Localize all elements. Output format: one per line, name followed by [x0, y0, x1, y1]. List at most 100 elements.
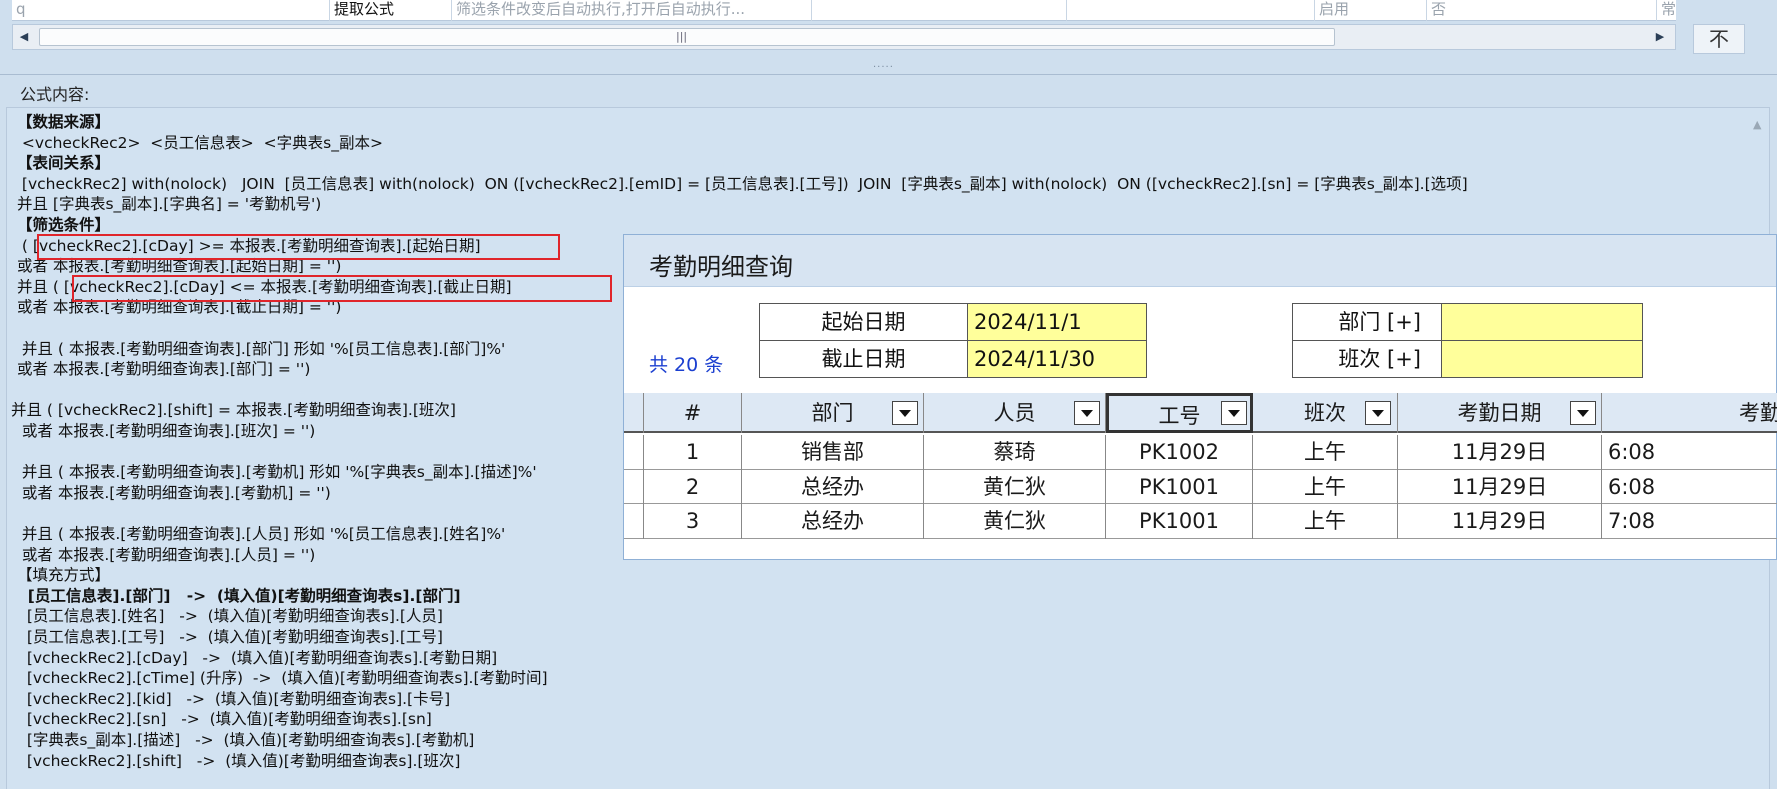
cell-dept[interactable]: 总经办 [742, 504, 924, 539]
formula-line: 并且 ( 本报表.[考勤明细查询表].[部门] 形如 '%[员工信息表].[部门… [17, 339, 506, 358]
formula-line: [vcheckRec2].[shift] -> (填入值)[考勤明细查询表s].… [17, 751, 461, 770]
cell-person[interactable]: 黄仁狄 [924, 469, 1106, 504]
cell-time[interactable]: 7:08 [1602, 504, 1777, 539]
column-header-date-label: 考勤日期 [1457, 401, 1542, 425]
formula-line: [员工信息表].[工号] -> (填入值)[考勤明细查询表s].[工号] [17, 628, 443, 646]
scroll-thumb[interactable]: ||| [39, 28, 1335, 46]
cell-shift[interactable]: 上午 [1253, 435, 1398, 470]
cell-dept[interactable]: 总经办 [742, 469, 924, 504]
formula-line: <vcheckRec2> <员工信息表> <字典表s_副本> [17, 133, 383, 152]
cell-dept[interactable]: 销售部 [742, 435, 924, 470]
column-header-shift-label: 班次 [1304, 401, 1346, 425]
cell-shift[interactable]: 上午 [1253, 469, 1398, 504]
column-header-date[interactable]: 考勤日期 [1398, 393, 1602, 433]
horizontal-scrollbar[interactable]: ◀ ||| ▶ [12, 24, 1676, 50]
cell-id[interactable]: PK1001 [1106, 469, 1253, 504]
attendance-table: # 部门 人员 工号 班次 考勤日期 考勤时 1销售部蔡琦P [624, 393, 1777, 561]
table-row[interactable]: 2 总经办 黄仁狄 PK1001 上午 11月29日 6:08 [624, 469, 1777, 505]
formula-line: 【数据来源】 [17, 113, 111, 131]
table-row[interactable]: 1 销售部 蔡琦 PK1002 上午 11月29日 6:08 [624, 435, 1777, 470]
cell-time[interactable]: 6:08 [1602, 470, 1777, 505]
scroll-grip: ||| [676, 30, 688, 43]
dept-field[interactable] [1441, 303, 1643, 341]
date-filter-dropdown-icon[interactable] [1570, 401, 1596, 425]
grid-cell-q[interactable]: q [12, 0, 330, 21]
start-date-field[interactable]: 2024/11/1 [967, 303, 1147, 341]
formula-line: 【填充方式】 [17, 566, 111, 585]
grid-cell-status[interactable]: 启用 [1315, 0, 1427, 21]
cell-no[interactable]: 1 [644, 435, 742, 470]
record-count: 共 20 条 [649, 354, 724, 376]
cell-shift[interactable]: 上午 [1253, 504, 1398, 539]
scroll-left-arrow-icon[interactable]: ◀ [17, 29, 31, 45]
formula-line: [vcheckRec2].[kid] -> (填入值)[考勤明细查询表s].[卡… [17, 689, 451, 708]
grid-cell-type[interactable]: 常规 [1657, 0, 1676, 21]
formula-line: 【表间关系】 [17, 154, 111, 173]
cell-edge[interactable] [624, 435, 644, 470]
shift-filter-dropdown-icon[interactable] [1365, 401, 1391, 425]
column-header-shift[interactable]: 班次 [1253, 393, 1398, 433]
column-header-no[interactable]: # [644, 393, 742, 433]
highlight-box-end-date [72, 275, 612, 302]
shift-label[interactable]: 班次 [+] [1292, 340, 1442, 378]
table-row-partial [624, 539, 1777, 559]
formula-line: [字典表s_副本].[描述] -> (填入值)[考勤明细查询表s].[考勤机] [17, 731, 475, 749]
scroll-up-arrow-icon[interactable]: ▲ [1753, 118, 1761, 131]
column-header-person[interactable]: 人员 [924, 393, 1106, 433]
person-filter-dropdown-icon[interactable] [1074, 401, 1100, 425]
cell-no[interactable]: 3 [644, 504, 742, 539]
grid-cell-name[interactable]: 提取公式 [330, 0, 452, 21]
highlight-box-start-date [37, 234, 560, 260]
table-header: # 部门 人员 工号 班次 考勤日期 考勤时 [624, 393, 1777, 433]
id-filter-dropdown-icon[interactable] [1221, 401, 1247, 425]
formula-line: 并且 ( [vcheckRec2].[shift] = 本报表.[考勤明细查询表… [11, 401, 456, 420]
cell-person[interactable]: 蔡琦 [924, 435, 1106, 470]
formula-line: 【筛选条件】 [17, 216, 111, 234]
cell-edge[interactable] [624, 469, 644, 504]
formula-line: 或者 本报表.[考勤明细查询表].[考勤机] = '') [17, 483, 331, 502]
grid-cell-desc[interactable]: 筛选条件改变后自动执行,打开后自动执行... [452, 0, 812, 21]
formula-line: 或者 本报表.[考勤明细查询表].[人员] = '') [17, 545, 316, 564]
cell-date[interactable]: 11月29日 [1398, 469, 1602, 504]
corner-button[interactable]: 不 [1693, 24, 1745, 54]
column-header-edge [624, 393, 644, 433]
formula-line: [员工信息表].[姓名] -> (填入值)[考勤明细查询表s].[人员] [17, 607, 443, 626]
formula-line: 并且 ( 本报表.[考勤明细查询表].[考勤机] 形如 '%[字典表s_副本].… [17, 463, 537, 482]
scroll-right-arrow-icon[interactable]: ▶ [1653, 29, 1667, 45]
cell-id[interactable]: PK1002 [1106, 435, 1253, 470]
cell-date[interactable]: 11月29日 [1398, 504, 1602, 539]
formula-line: 并且 [字典表s_副本].[字典名] = '考勤机号') [17, 195, 322, 214]
end-date-field[interactable]: 2024/11/30 [967, 340, 1147, 378]
cell-id[interactable]: PK1001 [1106, 504, 1253, 539]
column-header-id[interactable]: 工号 [1106, 393, 1253, 433]
cell-edge[interactable] [624, 504, 644, 539]
shift-field[interactable] [1441, 340, 1643, 378]
formula-label: 公式内容: [20, 85, 90, 104]
cell-person[interactable]: 黄仁狄 [924, 504, 1106, 539]
grid-row[interactable]: q 提取公式 筛选条件改变后自动执行,打开后自动执行... 启用 否 常规 [12, 0, 1676, 21]
splitter-handle[interactable]: ..... [873, 59, 894, 70]
formula-line: 并且 ( 本报表.[考勤明细查询表].[人员] 形如 '%[员工信息表].[姓名… [17, 525, 506, 543]
dept-filter-dropdown-icon[interactable] [892, 401, 918, 425]
formula-line: 或者 本报表.[考勤明细查询表].[部门] = '') [17, 360, 311, 379]
formula-line: [vcheckRec2] with(nolock) JOIN [员工信息表] w… [17, 174, 1468, 193]
cell-date[interactable]: 11月29日 [1398, 435, 1602, 470]
dialog-titlebar: 考勤明细查询 [624, 235, 1776, 287]
column-header-time[interactable]: 考勤时 [1602, 393, 1777, 433]
grid-cell-blank-2[interactable] [1067, 0, 1315, 21]
dept-label[interactable]: 部门 [+] [1292, 303, 1442, 341]
column-header-dept-label: 部门 [811, 401, 854, 425]
grid-cell-blank-1[interactable] [812, 0, 1067, 21]
column-header-id-label: 工号 [1158, 404, 1201, 428]
cell-time[interactable]: 6:08 [1602, 435, 1777, 470]
column-header-dept[interactable]: 部门 [742, 393, 924, 433]
cell-no[interactable]: 2 [644, 469, 742, 504]
formula-line: [vcheckRec2].[sn] -> (填入值)[考勤明细查询表s].[sn… [17, 710, 432, 729]
formula-line: [员工信息表].[部门] -> (填入值)[考勤明细查询表s].[部门] [17, 586, 461, 605]
grid-cell-flag[interactable]: 否 [1427, 0, 1657, 21]
formula-line: [vcheckRec2].[cTime] (升序) -> (填入值)[考勤明细查… [17, 669, 548, 688]
table-row[interactable]: 3 总经办 黄仁狄 PK1001 上午 11月29日 7:08 [624, 504, 1777, 539]
top-grid: q 提取公式 筛选条件改变后自动执行,打开后自动执行... 启用 否 常规 ◀ … [0, 0, 1777, 72]
attendance-query-dialog: 考勤明细查询 共 20 条 起始日期 2024/11/1 截止日期 2024/1… [623, 234, 1777, 560]
start-date-label: 起始日期 [759, 303, 968, 341]
